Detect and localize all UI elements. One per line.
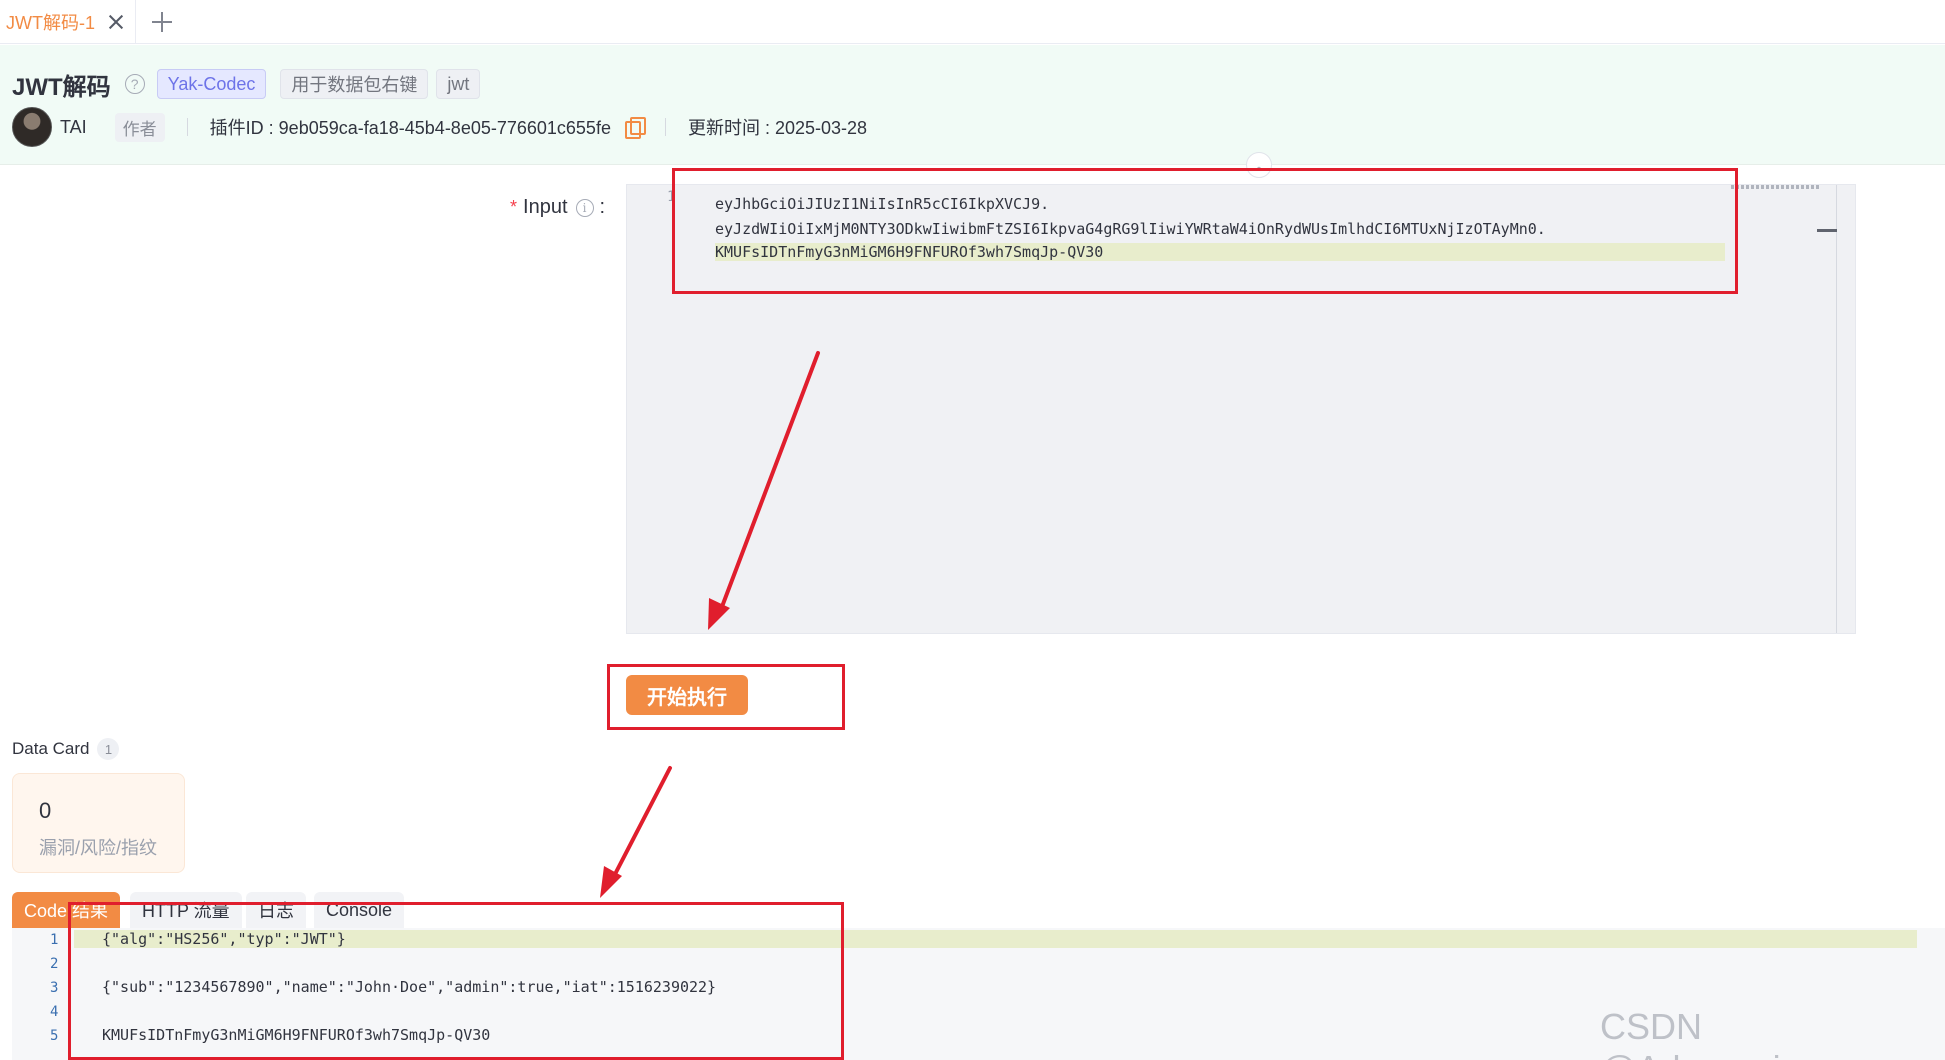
watermark: CSDN @Arkmornings	[1600, 1006, 1839, 1060]
annotation-arrow	[600, 766, 672, 898]
annotation-arrows	[600, 351, 820, 898]
annotation-arrow	[708, 351, 820, 630]
